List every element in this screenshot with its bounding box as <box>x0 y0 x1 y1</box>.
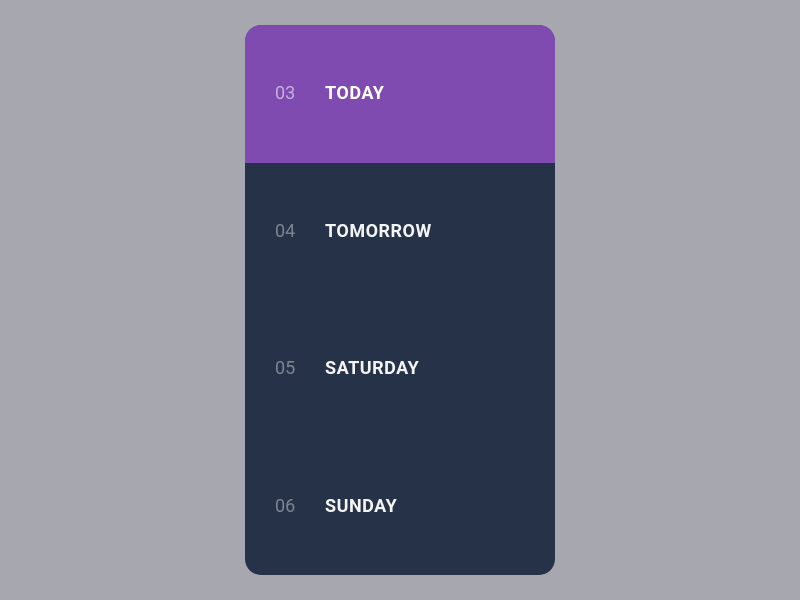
day-row-saturday[interactable]: 05 SATURDAY <box>245 300 555 438</box>
day-label: SUNDAY <box>325 496 397 517</box>
day-label: SATURDAY <box>325 358 419 379</box>
day-number: 06 <box>275 496 325 517</box>
day-row-today[interactable]: 03 TODAY <box>245 25 555 163</box>
day-row-tomorrow[interactable]: 04 TOMORROW <box>245 163 555 301</box>
day-number: 04 <box>275 221 325 242</box>
day-list-card: 03 TODAY 04 TOMORROW 05 SATURDAY 06 SUND… <box>245 25 555 575</box>
day-number: 05 <box>275 358 325 379</box>
day-number: 03 <box>275 83 325 104</box>
day-label: TOMORROW <box>325 221 432 242</box>
day-label: TODAY <box>325 83 384 104</box>
day-row-sunday[interactable]: 06 SUNDAY <box>245 438 555 576</box>
